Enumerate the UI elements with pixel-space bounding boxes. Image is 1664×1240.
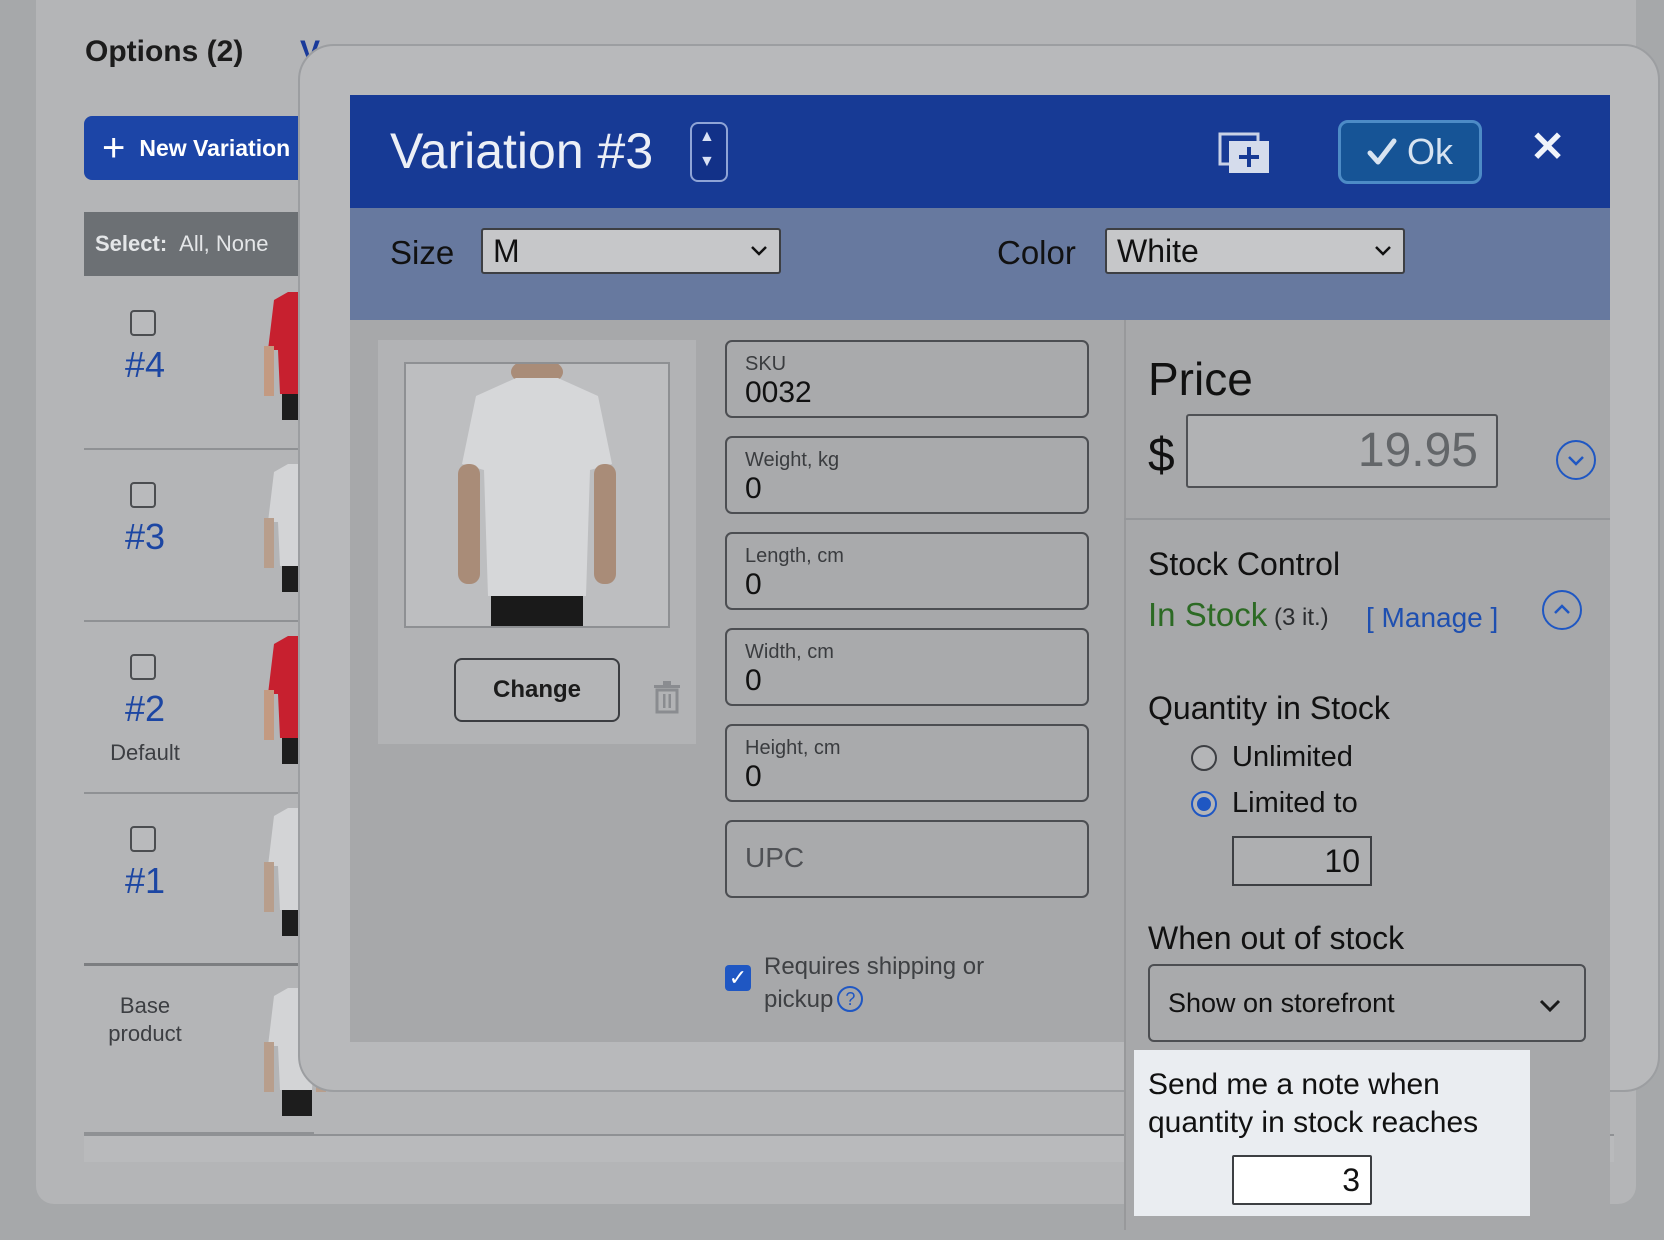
duplicate-icon[interactable] <box>1218 132 1270 174</box>
height-field[interactable]: Height, cm 0 <box>725 724 1089 802</box>
size-value: M <box>493 232 520 269</box>
price-expand-button[interactable] <box>1556 440 1596 480</box>
ok-button[interactable]: Ok <box>1338 120 1482 184</box>
arrow-down-icon[interactable]: ▼ <box>699 153 715 171</box>
height-label: Height, cm <box>745 737 841 759</box>
upc-placeholder[interactable]: UPC <box>745 842 804 874</box>
unlimited-radio[interactable] <box>1191 745 1217 771</box>
variation-image[interactable] <box>404 362 670 628</box>
length-field[interactable]: Length, cm 0 <box>725 532 1089 610</box>
variation-number[interactable]: #1 <box>84 860 206 902</box>
chevron-down-icon <box>1539 999 1561 1013</box>
variation-row-4[interactable]: #4 <box>84 278 314 450</box>
limited-label[interactable]: Limited to <box>1232 787 1358 820</box>
chevron-down-icon <box>751 246 767 256</box>
out-of-stock-select[interactable]: Show on storefront <box>1148 964 1586 1042</box>
width-field[interactable]: Width, cm 0 <box>725 628 1089 706</box>
weight-label: Weight, kg <box>745 449 840 471</box>
stock-control-title: Stock Control <box>1148 546 1341 582</box>
requires-shipping-text: Requires shipping or pickup? <box>764 950 1024 1016</box>
plus-icon: + <box>102 126 126 170</box>
new-variation-button[interactable]: + New Variation <box>84 116 314 180</box>
upc-field[interactable]: UPC <box>725 820 1089 898</box>
ok-label: Ok <box>1406 131 1453 172</box>
new-variation-label: New Variation <box>139 134 291 161</box>
help-icon[interactable]: ? <box>837 986 864 1012</box>
base-product-label: Base product <box>108 993 182 1046</box>
variation-number[interactable]: #2 <box>84 688 206 730</box>
color-value: White <box>1117 232 1199 269</box>
section-divider <box>1124 518 1610 520</box>
currency-symbol: $ <box>1148 429 1175 482</box>
width-value[interactable]: 0 <box>745 664 762 698</box>
price-title: Price <box>1148 353 1253 405</box>
chevron-down-icon <box>1375 246 1391 256</box>
width-label: Width, cm <box>745 641 834 663</box>
sku-label: SKU <box>745 353 787 375</box>
white-tshirt-photo <box>406 364 668 626</box>
quantity-in-stock-title: Quantity in Stock <box>1148 690 1390 726</box>
select-bar: Select: All, None <box>84 212 314 276</box>
out-of-stock-title: When out of stock <box>1148 920 1405 956</box>
variation-row-1[interactable]: #1 <box>84 794 314 966</box>
row-checkbox[interactable] <box>130 310 156 336</box>
select-label: Select: <box>95 231 168 256</box>
arrow-up-icon[interactable]: ▲ <box>699 128 715 146</box>
chevron-down-icon <box>1568 456 1584 466</box>
price-input[interactable]: 19.95 <box>1186 414 1498 488</box>
row-checkbox[interactable] <box>130 654 156 680</box>
stock-count: (3 it.) <box>1274 604 1329 631</box>
length-label: Length, cm <box>745 545 844 567</box>
base-product-row[interactable]: Base product <box>84 966 326 1134</box>
variation-number[interactable]: #3 <box>84 516 206 558</box>
change-image-button[interactable]: Change <box>454 658 620 722</box>
unlimited-label[interactable]: Unlimited <box>1232 741 1353 774</box>
trash-icon[interactable] <box>652 680 682 714</box>
stock-status: In Stock <box>1148 596 1268 633</box>
chevron-up-icon <box>1554 604 1570 614</box>
color-label: Color <box>997 234 1076 271</box>
stock-collapse-button[interactable] <box>1542 590 1582 630</box>
low-stock-threshold-input[interactable]: 3 <box>1232 1155 1372 1205</box>
variation-row-2[interactable]: #2 Default <box>84 622 314 794</box>
quantity-input[interactable]: 10 <box>1232 836 1372 886</box>
low-stock-note-text: Send me a note when quantity in stock re… <box>1148 1068 1479 1139</box>
select-all-none[interactable]: All, None <box>179 231 268 257</box>
requires-shipping-label: Requires shipping or pickup <box>764 953 985 1013</box>
out-of-stock-value: Show on storefront <box>1168 988 1395 1018</box>
row-checkbox[interactable] <box>130 482 156 508</box>
length-value[interactable]: 0 <box>745 568 762 602</box>
weight-value[interactable]: 0 <box>745 472 762 506</box>
weight-field[interactable]: Weight, kg 0 <box>725 436 1089 514</box>
variation-number[interactable]: #4 <box>84 344 206 386</box>
requires-shipping-checkbox[interactable]: ✓ <box>725 965 751 991</box>
options-title: Options (2) <box>85 35 244 68</box>
manage-stock-link[interactable]: [ Manage ] <box>1366 602 1498 634</box>
row-checkbox[interactable] <box>130 826 156 852</box>
checkmark-icon <box>1367 138 1397 165</box>
sku-value[interactable]: 0032 <box>745 376 812 410</box>
modal-title: Variation #3 <box>390 123 654 179</box>
variation-row-3[interactable]: #3 <box>84 450 314 622</box>
default-label: Default <box>110 740 180 765</box>
limited-radio[interactable] <box>1191 791 1217 817</box>
close-icon[interactable]: ✕ <box>1530 122 1565 171</box>
color-select[interactable]: White <box>1105 228 1405 274</box>
size-select[interactable]: M <box>481 228 781 274</box>
height-value[interactable]: 0 <box>745 760 762 794</box>
size-label: Size <box>390 234 455 271</box>
sku-field[interactable]: SKU 0032 <box>725 340 1089 418</box>
